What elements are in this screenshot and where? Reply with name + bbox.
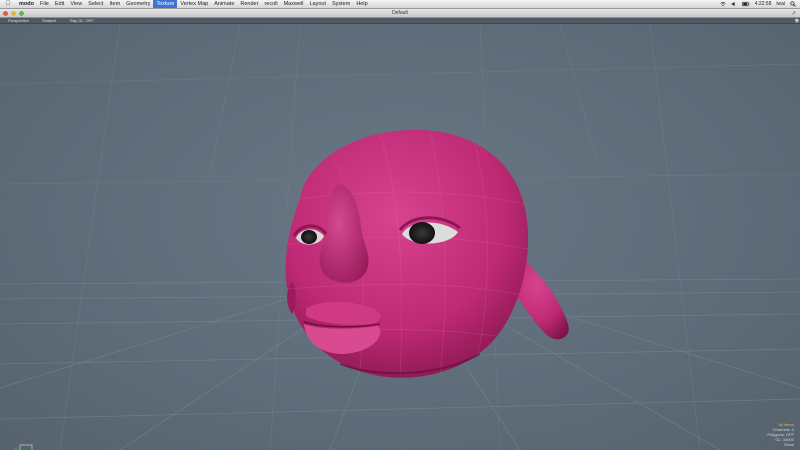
menu-select[interactable]: Select: [85, 0, 106, 8]
apple-menu-icon[interactable]: : [5, 1, 11, 7]
axis-gizmo-icon: [15, 444, 33, 450]
status-area: 4:22:58 iwai: [720, 0, 796, 8]
menu-item[interactable]: Item: [106, 0, 123, 8]
wifi-icon[interactable]: [720, 1, 726, 7]
menu-layout[interactable]: Layout: [306, 0, 329, 8]
info-panel: All Items Channels: 0 Polygons: OFF GL: …: [767, 422, 794, 447]
window-title: Default: [392, 10, 408, 16]
volume-icon[interactable]: [731, 1, 737, 7]
menu-vertex-map[interactable]: Vertex Map: [177, 0, 211, 8]
menu-app-name[interactable]: modo: [16, 0, 37, 8]
menu-recoll[interactable]: recoll: [261, 0, 280, 8]
menu-file[interactable]: File: [37, 0, 52, 8]
menu-view[interactable]: View: [67, 0, 85, 8]
shading-dropdown[interactable]: Shaded: [42, 18, 56, 23]
menu-maxwell[interactable]: Maxwell: [281, 0, 307, 8]
3d-viewport[interactable]: All Items Channels: 0 Polygons: OFF GL: …: [0, 24, 800, 450]
clock-text[interactable]: 4:22:58: [755, 1, 772, 7]
menu-system[interactable]: System: [329, 0, 353, 8]
ray-gl-toggle[interactable]: Ray GL: OFF: [70, 18, 94, 23]
maximize-viewport-icon[interactable]: ▢: [795, 18, 799, 23]
view-mode-dropdown[interactable]: Perspective: [8, 18, 29, 23]
info-line: Show: [783, 442, 794, 447]
menu-texture[interactable]: Texture: [153, 0, 178, 8]
menu-edit[interactable]: Edit: [52, 0, 67, 8]
fullscreen-icon[interactable]: ↗: [791, 10, 796, 17]
menu-items: modo File Edit View Select Item Geometry…: [16, 0, 371, 8]
menu-render[interactable]: Render: [237, 0, 261, 8]
menu-animate[interactable]: Animate: [211, 0, 237, 8]
menu-help[interactable]: Help: [353, 0, 370, 8]
window-title-bar: Default ↗: [0, 9, 800, 18]
battery-icon[interactable]: [742, 1, 750, 7]
mac-menu-bar:  modo File Edit View Select Item Geomet…: [0, 0, 800, 9]
user-name[interactable]: iwai: [776, 1, 785, 7]
viewport-scene: [0, 24, 800, 450]
spotlight-search-icon[interactable]: [790, 1, 796, 7]
menu-geometry[interactable]: Geometry: [123, 0, 153, 8]
